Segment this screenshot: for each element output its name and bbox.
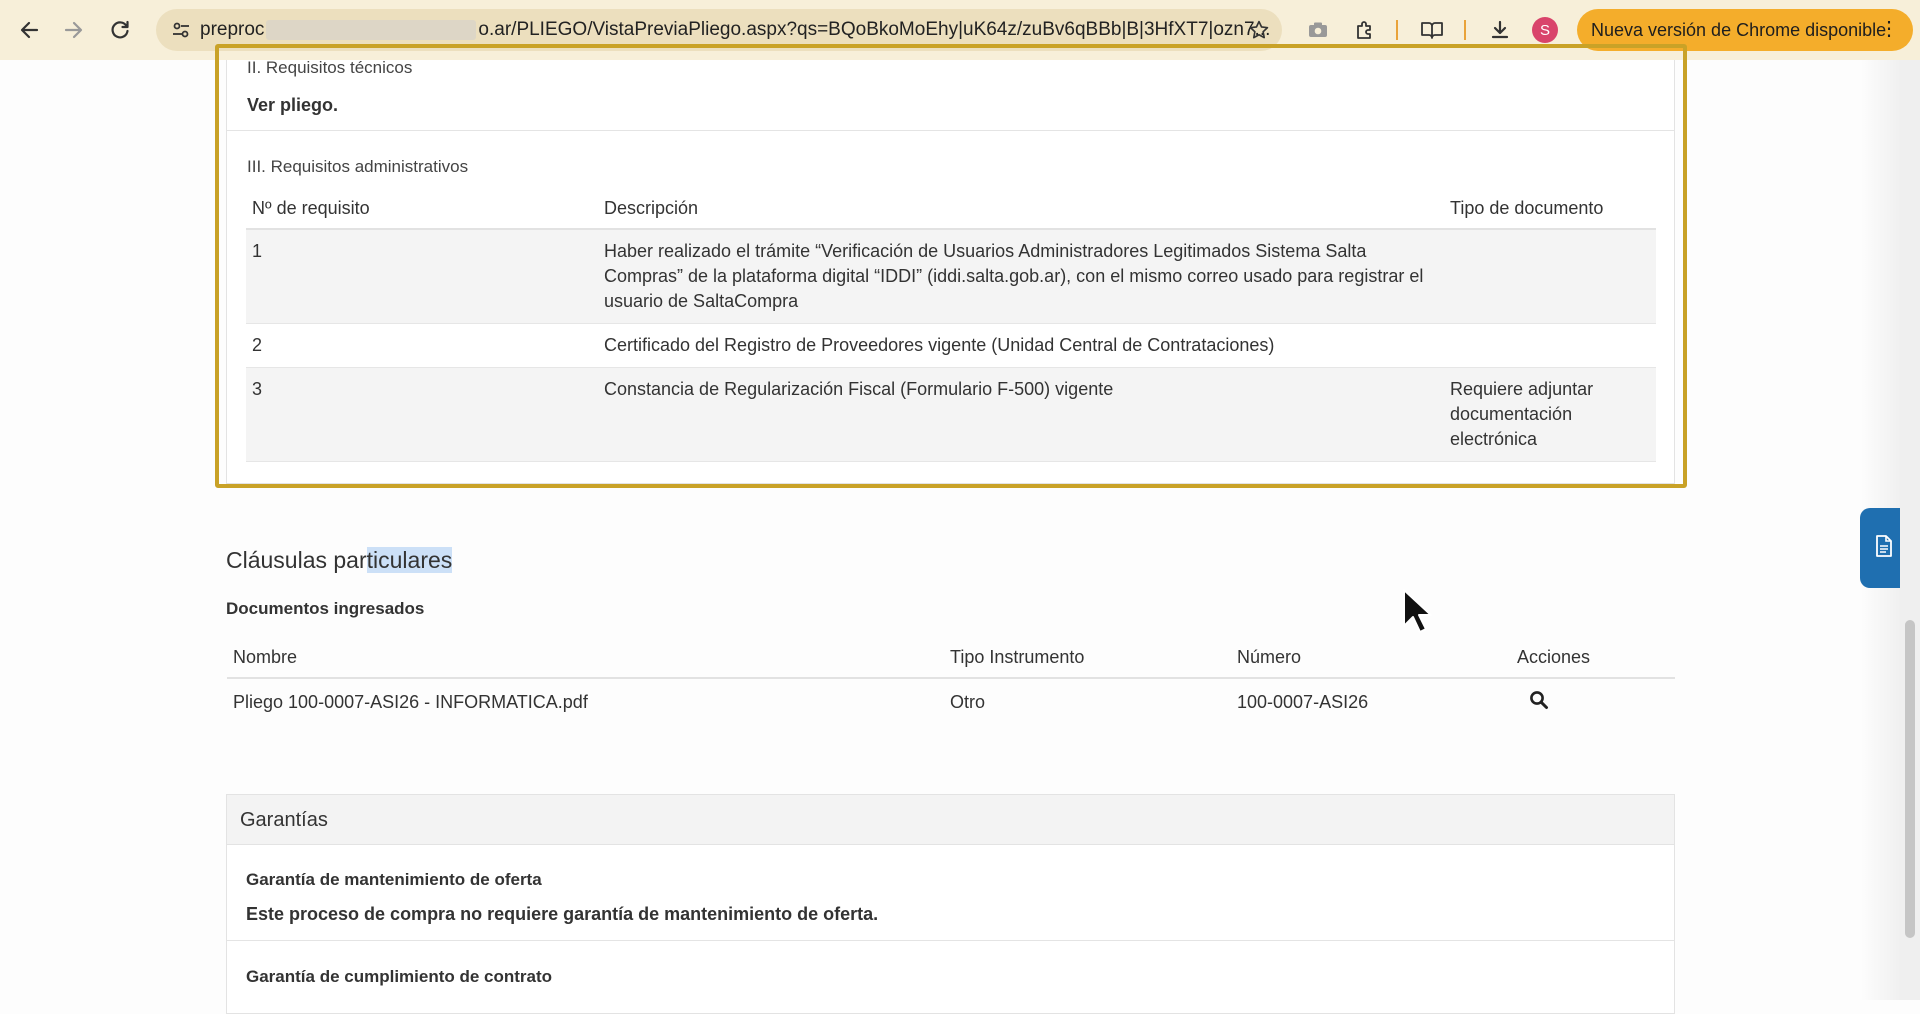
requisito-desc: Certificado del Registro de Proveedores … [598, 323, 1444, 368]
reading-mode-icon[interactable] [1414, 12, 1450, 48]
document-icon [1874, 534, 1894, 563]
table-row: Pliego 100-0007-ASI26 - INFORMATICA.pdf … [227, 678, 1675, 726]
url-start: preproc [200, 19, 265, 40]
documentos-ingresados-label: Documentos ingresados [226, 599, 425, 618]
requisito-num: 2 [246, 323, 598, 368]
toolbar-separator [1396, 20, 1398, 40]
documentos-table: Nombre Tipo Instrumento Número Acciones … [227, 638, 1675, 726]
url-text[interactable]: preproc o.ar/PLIEGO/VistaPreviaPliego.asp… [200, 9, 1270, 51]
requisito-desc: Constancia de Regularización Fiscal (For… [598, 367, 1444, 462]
tecnicos-value: Ver pliego. [247, 95, 339, 115]
update-label: Nueva versión de Chrome disponible [1591, 19, 1887, 40]
column-header: Tipo Instrumento [944, 638, 1231, 679]
requisito-num: 3 [246, 367, 598, 462]
tecnicos-heading: II. Requisitos técnicos [247, 58, 413, 77]
documento-acciones [1511, 678, 1675, 726]
extensions-icon[interactable] [1347, 12, 1383, 48]
site-settings-icon[interactable] [166, 15, 196, 45]
garantias-panel: Garantías Garantía de mantenimiento de o… [226, 794, 1675, 1014]
clausulas-heading: Cláusulas particulares [226, 547, 453, 574]
administrativos-heading: III. Requisitos administrativos [247, 157, 469, 176]
scrollbar-thumb[interactable] [1905, 620, 1915, 938]
requisito-tipo [1444, 229, 1656, 324]
requisito-tipo [1444, 323, 1656, 368]
column-header: Nº de requisito [246, 188, 598, 230]
table-header-row: Nombre Tipo Instrumento Número Acciones [227, 638, 1675, 679]
column-header: Tipo de documento [1444, 188, 1656, 230]
reload-icon[interactable] [102, 12, 138, 48]
table-row: 2 Certificado del Registro de Proveedore… [246, 323, 1656, 368]
camera-icon[interactable] [1300, 12, 1336, 48]
more-vert-icon[interactable]: ⋮ [1879, 19, 1899, 39]
profile-avatar[interactable]: S [1532, 17, 1558, 43]
column-header: Nombre [227, 638, 944, 679]
page-content: II. Requisitos técnicos Ver pliego. III.… [0, 44, 1920, 1014]
url-redacted [266, 19, 477, 40]
download-icon[interactable] [1482, 12, 1518, 48]
requisito-desc: Haber realizado el trámite “Verificación… [598, 229, 1444, 324]
toolbar-separator [1464, 20, 1466, 40]
divider [227, 940, 1674, 941]
requisito-tipo: Requiere adjuntar documentación electrón… [1444, 367, 1656, 462]
documento-numero: 100-0007-ASI26 [1237, 692, 1369, 712]
browser-toolbar: preproc o.ar/PLIEGO/VistaPreviaPliego.asp… [0, 0, 1920, 60]
column-header: Número [1231, 638, 1511, 679]
forward-arrow-icon[interactable] [56, 12, 92, 48]
garantias-heading: Garantías [227, 795, 1674, 845]
back-arrow-icon[interactable] [11, 12, 47, 48]
table-header-row: Nº de requisito Descripción Tipo de docu… [246, 188, 1656, 230]
clausulas-heading-part1: Cláusulas par [226, 547, 367, 573]
chrome-update-button[interactable]: Nueva versión de Chrome disponible ⋮ [1577, 9, 1913, 51]
column-header: Acciones [1511, 638, 1675, 679]
selected-text: ticulares [366, 547, 453, 573]
cumplimiento-label: Garantía de cumplimiento de contrato [246, 967, 553, 986]
mantenimiento-label: Garantía de mantenimiento de oferta [246, 870, 542, 889]
documento-nombre: Pliego 100-0007-ASI26 - INFORMATICA.pdf [233, 692, 588, 712]
documento-tipo: Otro [950, 692, 986, 712]
scrollbar[interactable] [1900, 60, 1920, 1000]
cursor-icon [1402, 588, 1432, 639]
table-row: 3 Constancia de Regularización Fiscal (F… [246, 367, 1656, 462]
url-end: o.ar/PLIEGO/VistaPreviaPliego.aspx?qs=BQ… [478, 19, 1271, 40]
requisito-num: 1 [246, 229, 598, 324]
requisitos-administrativos-table: Nº de requisito Descripción Tipo de docu… [246, 188, 1656, 462]
mantenimiento-value: Este proceso de compra no requiere garan… [246, 904, 879, 924]
table-row: 1 Haber realizado el trámite “Verificaci… [246, 229, 1656, 324]
search-icon[interactable] [1517, 690, 1549, 715]
address-bar[interactable]: preproc o.ar/PLIEGO/VistaPreviaPliego.asp… [156, 9, 1282, 51]
bookmark-star-icon[interactable] [1244, 15, 1274, 45]
column-header: Descripción [598, 188, 1444, 230]
divider [227, 130, 1674, 131]
